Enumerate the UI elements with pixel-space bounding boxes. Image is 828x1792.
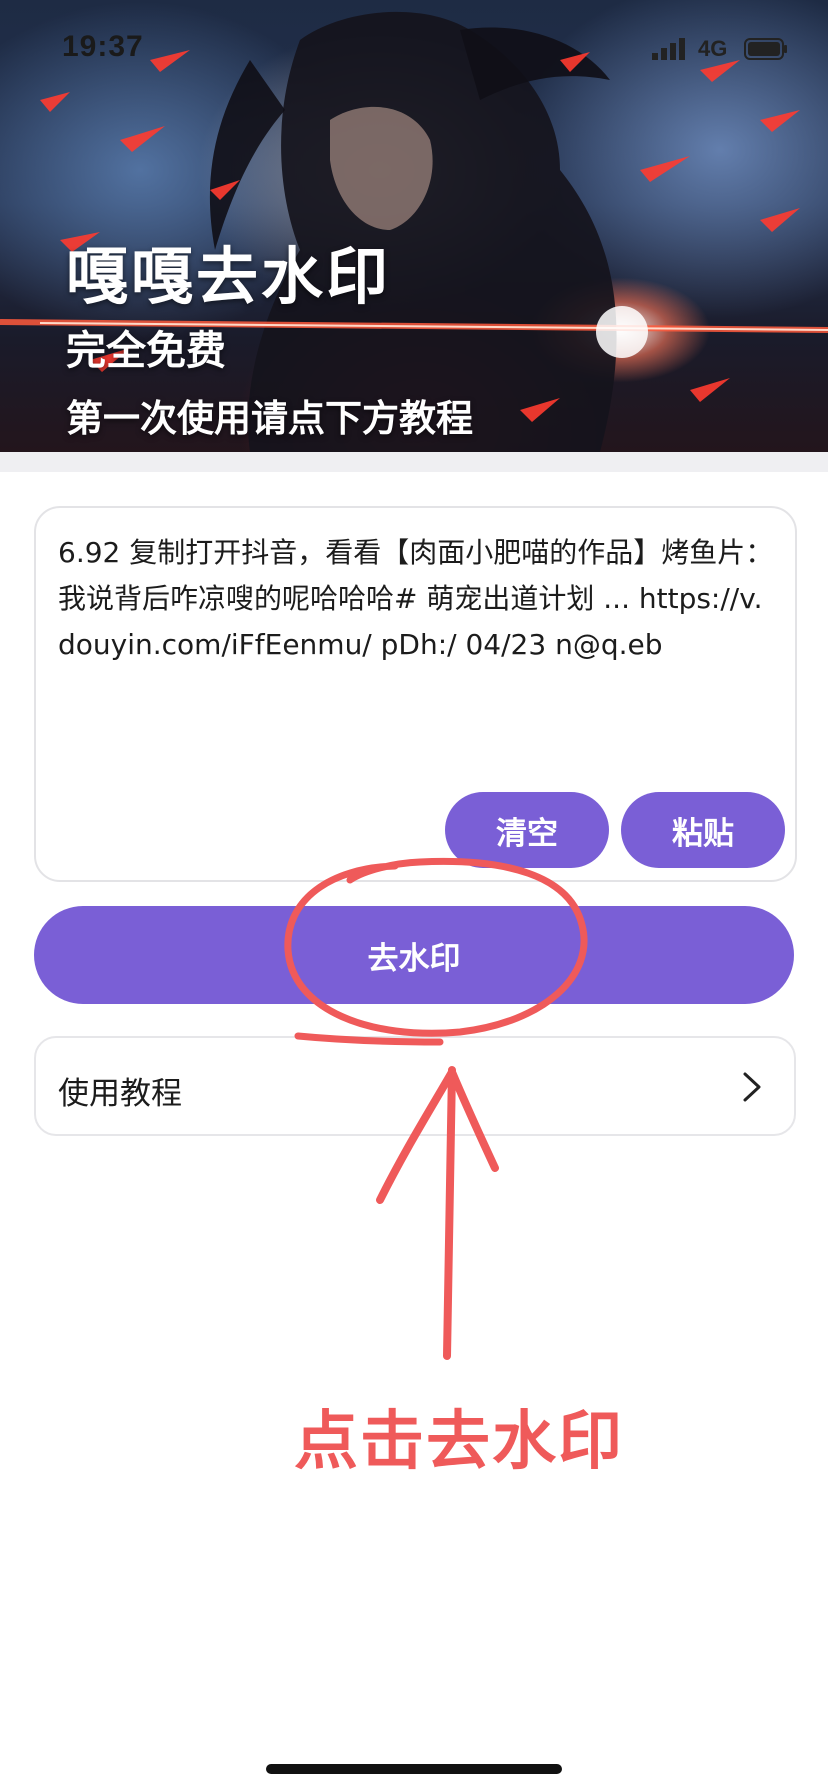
section-divider bbox=[0, 452, 828, 472]
cellular-signal-icon bbox=[652, 38, 685, 60]
network-type: 4G bbox=[698, 36, 728, 61]
remove-watermark-button[interactable]: 去水印 bbox=[34, 906, 794, 1004]
hero-banner: 19:37 4G 嘎嘎去水印 完全免费 第一次使用请点下方教程 bbox=[0, 0, 828, 452]
home-indicator[interactable] bbox=[266, 1764, 562, 1774]
link-input-card: 6.92 复制打开抖音，看看【肉面小肥喵的作品】烤鱼片：我说背后咋凉嗖的呢哈哈哈… bbox=[34, 506, 797, 882]
status-time: 19:37 bbox=[62, 30, 144, 63]
app-subtitle: 完全免费 bbox=[66, 328, 226, 374]
chevron-right-icon bbox=[743, 1072, 761, 1102]
annotation-text: 点击去水印 bbox=[294, 1405, 624, 1479]
clear-button[interactable]: 清空 bbox=[445, 792, 609, 868]
tutorial-label: 使用教程 bbox=[58, 1076, 182, 1112]
tutorial-hint: 第一次使用请点下方教程 bbox=[66, 397, 473, 440]
battery-icon bbox=[744, 38, 787, 60]
paste-button[interactable]: 粘贴 bbox=[621, 792, 785, 868]
share-link-input[interactable]: 6.92 复制打开抖音，看看【肉面小肥喵的作品】烤鱼片：我说背后咋凉嗖的呢哈哈哈… bbox=[58, 530, 776, 770]
status-indicators: 4G bbox=[652, 34, 792, 64]
app-title: 嘎嘎去水印 bbox=[66, 240, 392, 313]
status-bar: 19:37 4G bbox=[0, 0, 828, 100]
tutorial-link[interactable]: 使用教程 bbox=[34, 1036, 796, 1136]
